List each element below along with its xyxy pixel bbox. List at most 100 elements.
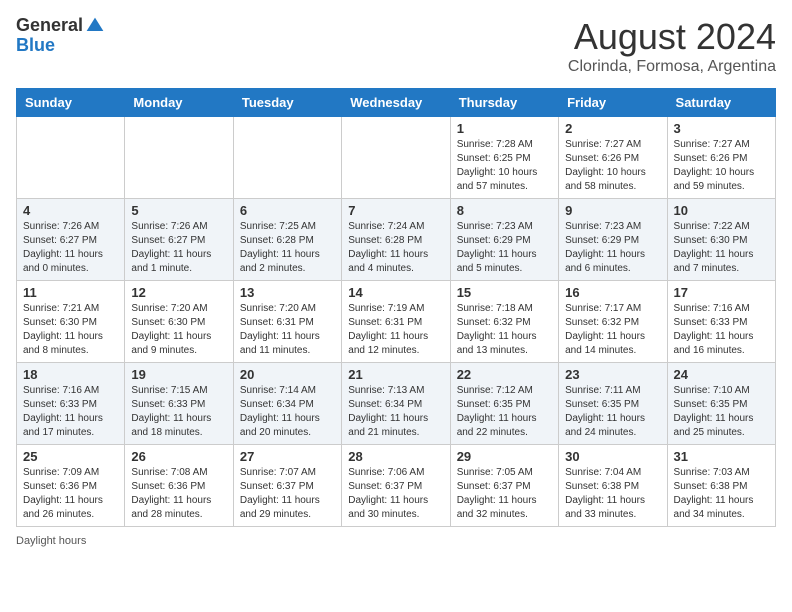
location-subtitle: Clorinda, Formosa, Argentina bbox=[568, 58, 776, 76]
day-info: Sunrise: 7:22 AM Sunset: 6:30 PM Dayligh… bbox=[674, 220, 769, 276]
calendar-week-1: 1 Sunrise: 7:28 AM Sunset: 6:25 PM Daylig… bbox=[17, 117, 776, 199]
logo: General Blue bbox=[16, 16, 105, 56]
calendar-cell: 6 Sunrise: 7:25 AM Sunset: 6:28 PM Daylig… bbox=[233, 199, 341, 281]
calendar-cell: 18 Sunrise: 7:16 AM Sunset: 6:33 PM Dayli… bbox=[17, 363, 125, 445]
day-info: Sunrise: 7:26 AM Sunset: 6:27 PM Dayligh… bbox=[131, 220, 226, 276]
day-info: Sunrise: 7:10 AM Sunset: 6:35 PM Dayligh… bbox=[674, 384, 769, 440]
logo-blue-text: Blue bbox=[16, 36, 105, 56]
calendar-cell: 5Sunrise: 7:26 AM Sunset: 6:27 PM Daylig… bbox=[125, 199, 233, 281]
calendar-cell: 11 Sunrise: 7:21 AM Sunset: 6:30 PM Dayli… bbox=[17, 281, 125, 363]
day-info: Sunrise: 7:04 AM Sunset: 6:38 PM Dayligh… bbox=[565, 466, 660, 522]
day-info: Sunrise: 7:19 AM Sunset: 6:31 PM Dayligh… bbox=[348, 302, 443, 358]
calendar-week-5: 25Sunrise: 7:09 AM Sunset: 6:36 PM Dayli… bbox=[17, 445, 776, 527]
day-info: Sunrise: 7:08 AM Sunset: 6:36 PM Dayligh… bbox=[131, 466, 226, 522]
calendar-header: Sunday Monday Tuesday Wednesday Thursday… bbox=[17, 89, 776, 117]
day-number: 11 bbox=[23, 285, 118, 300]
calendar-cell: 26Sunrise: 7:08 AM Sunset: 6:36 PM Dayli… bbox=[125, 445, 233, 527]
calendar-cell: 27Sunrise: 7:07 AM Sunset: 6:37 PM Dayli… bbox=[233, 445, 341, 527]
calendar-cell bbox=[233, 117, 341, 199]
day-number: 18 bbox=[23, 367, 118, 382]
header-tuesday: Tuesday bbox=[233, 89, 341, 117]
calendar-cell: 25Sunrise: 7:09 AM Sunset: 6:36 PM Dayli… bbox=[17, 445, 125, 527]
calendar-cell: 24 Sunrise: 7:10 AM Sunset: 6:35 PM Dayli… bbox=[667, 363, 775, 445]
calendar-cell bbox=[17, 117, 125, 199]
day-number: 29 bbox=[457, 449, 552, 464]
day-info: Sunrise: 7:13 AM Sunset: 6:34 PM Dayligh… bbox=[348, 384, 443, 440]
calendar-cell: 20Sunrise: 7:14 AM Sunset: 6:34 PM Dayli… bbox=[233, 363, 341, 445]
day-number: 4 bbox=[23, 203, 118, 218]
calendar-cell: 9 Sunrise: 7:23 AM Sunset: 6:29 PM Daylig… bbox=[559, 199, 667, 281]
title-area: August 2024 Clorinda, Formosa, Argentina bbox=[568, 16, 776, 76]
day-info: Sunrise: 7:17 AM Sunset: 6:32 PM Dayligh… bbox=[565, 302, 660, 358]
header-friday: Friday bbox=[559, 89, 667, 117]
day-number: 28 bbox=[348, 449, 443, 464]
day-number: 27 bbox=[240, 449, 335, 464]
calendar-cell bbox=[125, 117, 233, 199]
day-info: Sunrise: 7:25 AM Sunset: 6:28 PM Dayligh… bbox=[240, 220, 335, 276]
footer-note: Daylight hours bbox=[16, 535, 776, 547]
day-number: 19 bbox=[131, 367, 226, 382]
day-info: Sunrise: 7:05 AM Sunset: 6:37 PM Dayligh… bbox=[457, 466, 552, 522]
calendar-cell: 23Sunrise: 7:11 AM Sunset: 6:35 PM Dayli… bbox=[559, 363, 667, 445]
calendar-body: 1 Sunrise: 7:28 AM Sunset: 6:25 PM Daylig… bbox=[17, 117, 776, 527]
day-number: 31 bbox=[674, 449, 769, 464]
day-info: Sunrise: 7:06 AM Sunset: 6:37 PM Dayligh… bbox=[348, 466, 443, 522]
header-thursday: Thursday bbox=[450, 89, 558, 117]
header-wednesday: Wednesday bbox=[342, 89, 450, 117]
day-number: 22 bbox=[457, 367, 552, 382]
day-info: Sunrise: 7:20 AM Sunset: 6:31 PM Dayligh… bbox=[240, 302, 335, 358]
day-number: 1 bbox=[457, 121, 552, 136]
calendar-week-3: 11 Sunrise: 7:21 AM Sunset: 6:30 PM Dayli… bbox=[17, 281, 776, 363]
calendar-week-2: 4 Sunrise: 7:26 AM Sunset: 6:27 PM Daylig… bbox=[17, 199, 776, 281]
logo-general-text: General bbox=[16, 16, 83, 36]
calendar-cell: 17 Sunrise: 7:16 AM Sunset: 6:33 PM Dayli… bbox=[667, 281, 775, 363]
calendar-cell: 1 Sunrise: 7:28 AM Sunset: 6:25 PM Daylig… bbox=[450, 117, 558, 199]
day-number: 2 bbox=[565, 121, 660, 136]
day-number: 24 bbox=[674, 367, 769, 382]
day-number: 16 bbox=[565, 285, 660, 300]
day-number: 6 bbox=[240, 203, 335, 218]
day-info: Sunrise: 7:24 AM Sunset: 6:28 PM Dayligh… bbox=[348, 220, 443, 276]
calendar-cell: 12 Sunrise: 7:20 AM Sunset: 6:30 PM Dayli… bbox=[125, 281, 233, 363]
day-number: 20 bbox=[240, 367, 335, 382]
calendar-cell: 29 Sunrise: 7:05 AM Sunset: 6:37 PM Dayli… bbox=[450, 445, 558, 527]
day-info: Sunrise: 7:27 AM Sunset: 6:26 PM Dayligh… bbox=[674, 138, 769, 194]
calendar-cell: 31Sunrise: 7:03 AM Sunset: 6:38 PM Dayli… bbox=[667, 445, 775, 527]
day-info: Sunrise: 7:26 AM Sunset: 6:27 PM Dayligh… bbox=[23, 220, 118, 276]
calendar-cell: 13 Sunrise: 7:20 AM Sunset: 6:31 PM Dayli… bbox=[233, 281, 341, 363]
day-number: 12 bbox=[131, 285, 226, 300]
day-number: 13 bbox=[240, 285, 335, 300]
day-info: Sunrise: 7:28 AM Sunset: 6:25 PM Dayligh… bbox=[457, 138, 552, 194]
calendar-cell: 30 Sunrise: 7:04 AM Sunset: 6:38 PM Dayli… bbox=[559, 445, 667, 527]
calendar-cell bbox=[342, 117, 450, 199]
calendar-cell: 14 Sunrise: 7:19 AM Sunset: 6:31 PM Dayli… bbox=[342, 281, 450, 363]
day-info: Sunrise: 7:16 AM Sunset: 6:33 PM Dayligh… bbox=[674, 302, 769, 358]
day-number: 3 bbox=[674, 121, 769, 136]
header: General Blue August 2024 Clorinda, Formo… bbox=[16, 16, 776, 76]
day-info: Sunrise: 7:12 AM Sunset: 6:35 PM Dayligh… bbox=[457, 384, 552, 440]
day-number: 30 bbox=[565, 449, 660, 464]
day-number: 21 bbox=[348, 367, 443, 382]
calendar-cell: 21 Sunrise: 7:13 AM Sunset: 6:34 PM Dayli… bbox=[342, 363, 450, 445]
calendar-cell: 8Sunrise: 7:23 AM Sunset: 6:29 PM Daylig… bbox=[450, 199, 558, 281]
day-info: Sunrise: 7:18 AM Sunset: 6:32 PM Dayligh… bbox=[457, 302, 552, 358]
day-number: 17 bbox=[674, 285, 769, 300]
calendar-cell: 28 Sunrise: 7:06 AM Sunset: 6:37 PM Dayli… bbox=[342, 445, 450, 527]
month-year-title: August 2024 bbox=[568, 16, 776, 58]
header-sunday: Sunday bbox=[17, 89, 125, 117]
day-info: Sunrise: 7:15 AM Sunset: 6:33 PM Dayligh… bbox=[131, 384, 226, 440]
calendar-week-4: 18 Sunrise: 7:16 AM Sunset: 6:33 PM Dayli… bbox=[17, 363, 776, 445]
day-info: Sunrise: 7:23 AM Sunset: 6:29 PM Dayligh… bbox=[565, 220, 660, 276]
day-number: 14 bbox=[348, 285, 443, 300]
day-number: 15 bbox=[457, 285, 552, 300]
day-info: Sunrise: 7:21 AM Sunset: 6:30 PM Dayligh… bbox=[23, 302, 118, 358]
day-number: 23 bbox=[565, 367, 660, 382]
day-number: 9 bbox=[565, 203, 660, 218]
calendar-cell: 2 Sunrise: 7:27 AM Sunset: 6:26 PM Daylig… bbox=[559, 117, 667, 199]
header-saturday: Saturday bbox=[667, 89, 775, 117]
day-info: Sunrise: 7:16 AM Sunset: 6:33 PM Dayligh… bbox=[23, 384, 118, 440]
day-info: Sunrise: 7:27 AM Sunset: 6:26 PM Dayligh… bbox=[565, 138, 660, 194]
day-info: Sunrise: 7:20 AM Sunset: 6:30 PM Dayligh… bbox=[131, 302, 226, 358]
calendar-cell: 4 Sunrise: 7:26 AM Sunset: 6:27 PM Daylig… bbox=[17, 199, 125, 281]
header-monday: Monday bbox=[125, 89, 233, 117]
